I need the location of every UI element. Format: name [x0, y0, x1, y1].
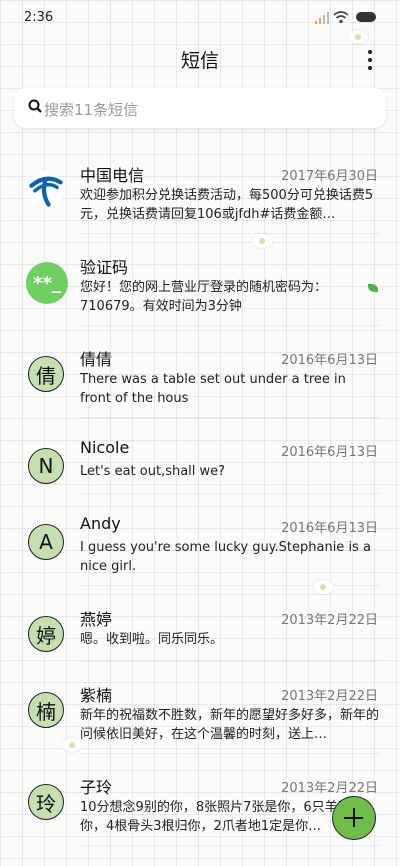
dot-icon	[368, 66, 372, 70]
page-title: 短信	[180, 50, 219, 72]
avatar: 玲	[28, 784, 64, 820]
message-preview: 您好！您的网上营业厅登录的随机密码为：710679。有效时间为3分钟	[80, 280, 328, 314]
message-date: 2016年6月13日	[281, 353, 378, 368]
sender-name: 子玲	[80, 778, 113, 797]
message-date: 2013年2月22日	[281, 781, 378, 796]
message-preview: I guess you're some lucky guy.Stephanie …	[80, 540, 371, 574]
status-time: 2:36	[24, 10, 54, 25]
message-preview: 新年的祝福数不胜数，新年的愿望好多好多，新年的问候依旧美好，在这个温馨的时刻，送…	[80, 708, 380, 742]
china-telecom-logo-icon	[28, 172, 64, 208]
search-input[interactable]: 搜索11条短信	[14, 88, 386, 128]
egg-decoration-icon	[252, 234, 272, 248]
sender-name: 燕婷	[80, 610, 113, 629]
search-placeholder: 搜索11条短信	[44, 101, 139, 119]
avatar: N	[28, 448, 64, 484]
egg-decoration-icon	[313, 580, 333, 594]
list-item[interactable]: A Andy 2016年6月13日 I guess you're some lu…	[0, 494, 400, 586]
signal-icon	[315, 12, 331, 24]
wifi-icon	[333, 11, 349, 24]
dot-icon	[368, 58, 372, 62]
message-date: 2013年2月22日	[281, 689, 378, 704]
more-options-button[interactable]	[362, 48, 378, 70]
sender-name: 中国电信	[80, 166, 145, 185]
avatar: **_	[26, 262, 68, 304]
avatar: 楠	[28, 692, 64, 728]
sender-name: 紫楠	[80, 686, 113, 705]
list-item[interactable]: 婷 燕婷 2013年2月22日 嗯。收到啦。同乐同乐。	[0, 586, 400, 662]
app-header: 短信	[0, 34, 400, 84]
message-date: 2017年6月30日	[281, 169, 378, 184]
message-preview: Let's eat out,shall we?	[80, 464, 226, 479]
message-date: 2016年6月13日	[281, 521, 378, 536]
egg-decoration-icon	[62, 738, 82, 752]
avatar: 婷	[28, 616, 64, 652]
sender-name: 验证码	[80, 258, 129, 277]
message-preview: 嗯。收到啦。同乐同乐。	[80, 632, 224, 647]
search-icon	[28, 99, 42, 113]
message-preview: There was a table set out under a tree i…	[80, 372, 346, 406]
message-date: 2013年2月22日	[281, 613, 378, 628]
list-item[interactable]: 倩 倩倩 2016年6月13日 There was a table set ou…	[0, 326, 400, 418]
list-item[interactable]: N Nicole 2016年6月13日 Let's eat out,shall …	[0, 418, 400, 494]
egg-decoration-icon	[348, 30, 368, 44]
new-message-button[interactable]	[332, 796, 376, 840]
message-preview: 欢迎参加积分兑换话费活动，每500分可兑换话费5元，兑换话费请回复106或jfd…	[80, 188, 374, 222]
list-item[interactable]: **_ 验证码 您好！您的网上营业厅登录的随机密码为：710679。有效时间为3…	[0, 234, 400, 326]
dot-icon	[368, 50, 372, 54]
status-bar: 2:36	[0, 0, 400, 34]
sender-name: Andy	[80, 514, 121, 533]
message-date: 2016年6月13日	[281, 445, 378, 460]
list-item[interactable]: 楠 紫楠 2013年2月22日 新年的祝福数不胜数，新年的愿望好多好多，新年的问…	[0, 662, 400, 754]
battery-icon	[356, 12, 376, 22]
avatar: A	[28, 524, 64, 560]
message-list: 中国电信 2017年6月30日 欢迎参加积分兑换话费活动，每500分可兑换话费5…	[0, 142, 400, 846]
list-item[interactable]: 中国电信 2017年6月30日 欢迎参加积分兑换话费活动，每500分可兑换话费5…	[0, 142, 400, 234]
sender-name: 倩倩	[80, 350, 113, 369]
avatar: 倩	[28, 356, 64, 392]
sender-name: Nicole	[80, 438, 130, 457]
